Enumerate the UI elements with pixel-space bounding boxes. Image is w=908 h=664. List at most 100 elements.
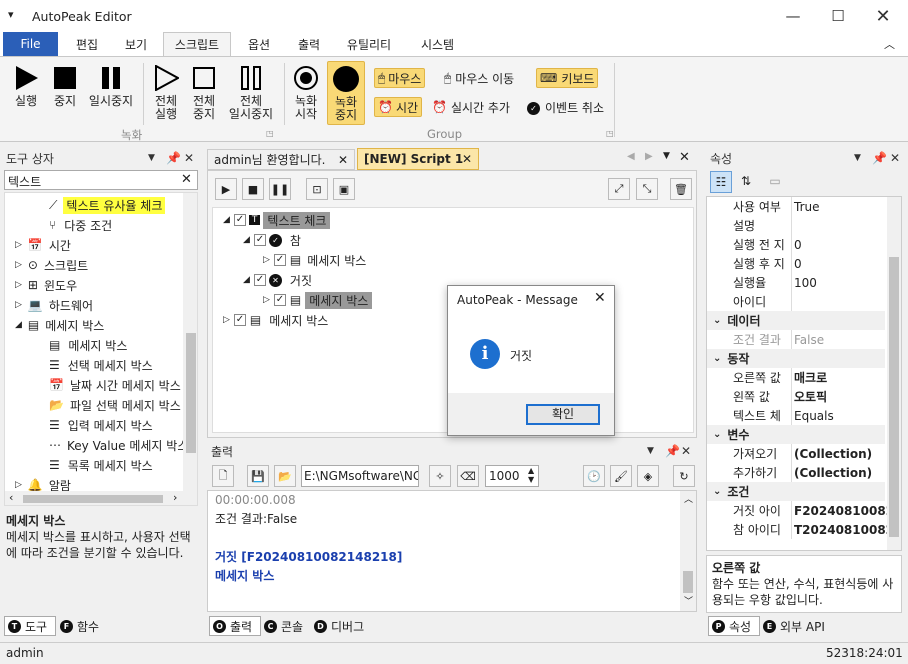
prop-row[interactable]: 왼쪽 값 오토픽 [707,387,885,406]
prop-row[interactable]: 가져오기 (Collection) [707,444,885,463]
run-script-button[interactable]: ▶ [215,178,237,200]
tab-utility[interactable]: 유틸리티 [335,32,403,56]
prop-row[interactable]: 실행 후 지0 [707,254,885,273]
tree-item-window[interactable]: ▷ ⊞ 윈도우 [15,275,77,295]
collapse-all-button[interactable]: ⤡ [636,178,658,200]
tab-console[interactable]: C 콘솔 [262,616,310,636]
line-count-stepper[interactable]: 1000 ▲ ▼ [485,465,539,487]
scroll-up-icon[interactable]: ︿ [684,491,693,510]
script-node-true[interactable]: ◢ ✓ ✓ 참 [243,230,301,250]
checkbox[interactable]: ✓ [233,214,246,226]
property-pages-button[interactable]: ▭ [764,171,786,193]
tab-external-api[interactable]: E 외부 API [761,616,833,636]
close-button[interactable]: ✕ [860,0,906,32]
tree-item-similarity[interactable]: ⟋ 텍스트 유사율 체크 [49,195,166,215]
prop-row[interactable]: 텍스트 체 Equals [707,406,885,425]
tree-item-messagebox-group[interactable]: ◢ ▤ 메세지 박스 [15,315,104,335]
scrollbar-thumb[interactable] [186,333,196,453]
prop-category-data[interactable]: ⌄ 데이터 [707,311,885,330]
prop-category-action[interactable]: ⌄ 동작 [707,349,885,368]
prop-row[interactable]: 참 아이디T2024081008214 [707,520,887,539]
tree-item-datetime-messagebox[interactable]: 📅 날짜 시간 메세지 박스 [49,375,181,395]
ok-button[interactable]: 확인 [526,404,600,425]
stepper-arrows-icon[interactable]: ▲ ▼ [528,466,534,484]
dialog-launcher-icon[interactable]: ◳ [606,129,614,138]
log-path-input[interactable]: E:\NGMsoftware\NG [301,465,419,487]
open-folder-button[interactable]: 📂 [274,465,296,487]
mouse-move-toggle[interactable]: 🖱 마우스 이동 [444,68,514,88]
prop-row[interactable]: 실행율 100 [707,273,885,292]
tab-tools[interactable]: T 도구 [4,616,56,636]
checkbox[interactable]: ✓ [253,274,266,286]
tab-system[interactable]: 시스템 [410,32,465,56]
checkbox[interactable]: ✓ [273,254,286,266]
scroll-down-icon[interactable]: ﹀ [684,593,693,612]
tree-item-list-messagebox[interactable]: ☰ 목록 메세지 박스 [49,455,153,475]
close-icon[interactable]: ✕ [890,151,900,165]
mouse-toggle[interactable]: 🖱 마우스 [374,68,426,88]
doc-tab-welcome[interactable]: admin님 환영합니다. ✕ [207,149,355,170]
search-input[interactable]: 텍스트 [8,173,41,190]
scrollbar-thumb[interactable] [23,495,163,503]
keyboard-toggle[interactable]: ⌨ 키보드 [536,68,599,88]
tree-item-input-messagebox[interactable]: ☰ 입력 메세지 박스 [49,415,153,435]
tab-properties[interactable]: P 속성 [708,616,760,636]
fill-button[interactable]: ◈ [637,465,659,487]
categorized-button[interactable]: ☷ [710,171,732,193]
expand-all-button[interactable]: ⤢ [608,178,630,200]
close-tab-icon[interactable]: ✕ [462,152,472,166]
prop-row[interactable]: 실행 전 지0 [707,235,885,254]
script-node-messagebox-selected[interactable]: ▷ ✓ ▤ 메세지 박스 [263,290,373,310]
vertical-scrollbar[interactable] [887,197,901,550]
stop-script-button[interactable]: ■ [242,178,264,200]
pause-script-button[interactable]: ❚❚ [269,178,291,200]
brush-button[interactable]: 🖌 [610,465,632,487]
new-log-button[interactable]: 🗋 [212,465,234,487]
tab-debug[interactable]: D 디버그 [312,616,372,636]
tree-item-file-messagebox[interactable]: 📂 파일 선택 메세지 박스 [49,395,181,415]
tab-list-icon[interactable]: ▼ [663,151,670,161]
close-icon[interactable]: ✕ [679,150,690,165]
menu-icon[interactable]: ▾ [8,8,14,21]
step-button[interactable]: ⊡ [306,178,328,200]
tree-item-select-messagebox[interactable]: ☰ 선택 메세지 박스 [49,355,153,375]
vertical-scrollbar[interactable]: ︿ ﹀ [680,491,696,611]
tab-file[interactable]: File [3,32,58,56]
prop-category-variable[interactable]: ⌄ 변수 [707,425,885,444]
close-icon[interactable]: ✕ [184,151,194,165]
eraser-button[interactable]: ⌫ [457,465,479,487]
sort-az-button[interactable]: ⇅ [735,171,757,193]
tree-item-keyvalue-messagebox[interactable]: ⋯ Key Value 메세지 박스 [49,435,188,455]
tab-functions[interactable]: F 함수 [57,616,107,636]
dropdown-icon[interactable]: ▼ [647,446,654,456]
tab-options[interactable]: 옵션 [235,32,283,56]
doc-tab-script1[interactable]: [NEW] Script 1 ✕ [357,148,479,170]
prop-row[interactable]: 조건 결과 False [707,330,885,349]
prop-row[interactable]: 거짓 아이F2024081008214 [707,501,887,520]
tab-scroll-right-icon[interactable]: ▶ [645,151,653,162]
script-node-text-check[interactable]: ◢ ✓ T 텍스트 체크 [223,210,331,230]
checkbox[interactable]: ✓ [253,234,266,246]
clock-button[interactable]: 🕑 [583,465,605,487]
dropdown-icon[interactable]: ▼ [148,153,155,163]
pause-all-button[interactable]: 전체 일시중지 [224,63,278,121]
pin-icon[interactable]: 📌 [872,151,887,165]
close-icon[interactable]: ✕ [681,444,691,458]
tree-item-messagebox[interactable]: ▤ 메세지 박스 [49,335,127,355]
checkbox[interactable]: ✓ [273,294,286,306]
tab-output[interactable]: O 출력 [209,616,261,636]
pin-icon[interactable]: 📌 [665,444,680,458]
record-start-button[interactable]: 녹화 시작 [289,63,323,121]
tree-item-hardware[interactable]: ▷ 💻 하드웨어 [15,295,93,315]
scroll-right-icon[interactable]: › [173,491,177,504]
refresh-button[interactable]: ↻ [673,465,695,487]
prop-row[interactable]: 설명 [707,216,885,235]
checkbox[interactable]: ✓ [233,314,246,326]
prop-row[interactable]: 추가하기 (Collection) [707,463,885,482]
prop-row[interactable]: 사용 여부 True [707,197,885,216]
event-cancel-button[interactable]: ✓ 이벤트 취소 [527,97,604,117]
prop-row[interactable]: 오른쪽 값 매크로 [707,368,885,387]
record-stop-button[interactable]: 녹화 중지 [327,61,365,125]
save-log-button[interactable]: 💾 [247,465,269,487]
stop-button[interactable]: 중지 [48,63,82,108]
